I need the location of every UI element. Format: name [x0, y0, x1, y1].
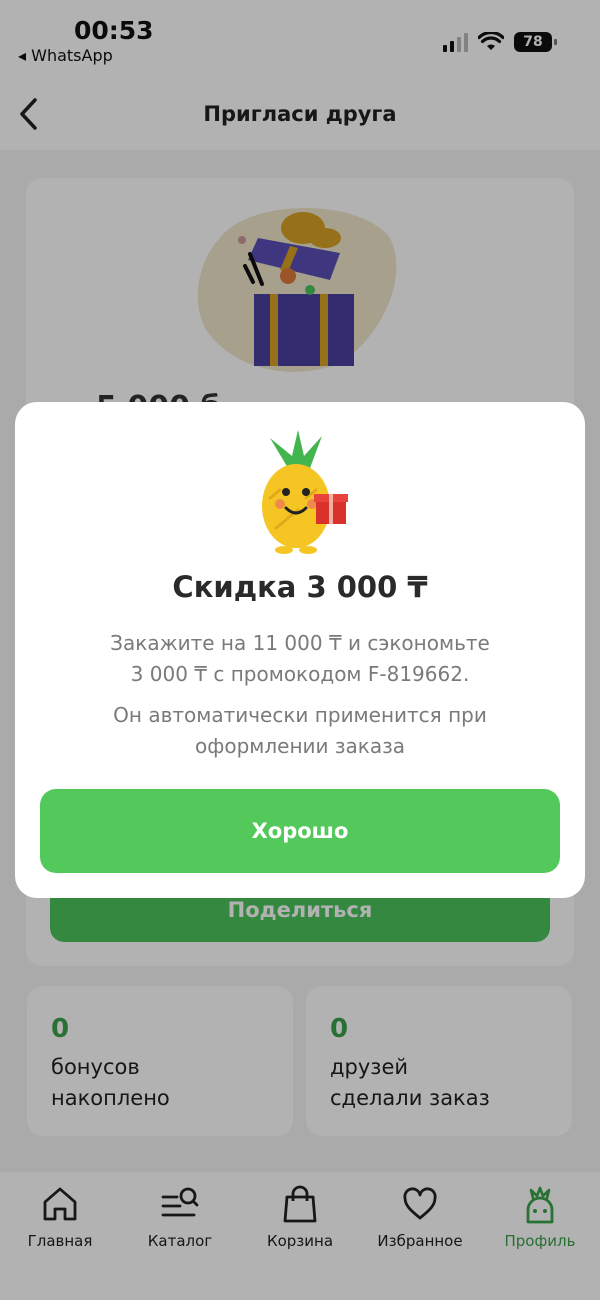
ok-button[interactable]: Хорошо: [40, 789, 560, 873]
modal-description-line-4: оформлении заказа: [195, 734, 405, 758]
modal-description-line-3: Он автоматически применится при: [113, 703, 487, 727]
modal-description-line-1: Закажите на 11 000 ₸ и сэкономьте: [110, 631, 490, 655]
modal-title: Скидка 3 000 ₸: [172, 570, 428, 604]
modal-description-line-2: 3 000 ₸ с промокодом F-819662.: [130, 662, 470, 686]
pineapple-mascot-illustration: [262, 430, 348, 554]
